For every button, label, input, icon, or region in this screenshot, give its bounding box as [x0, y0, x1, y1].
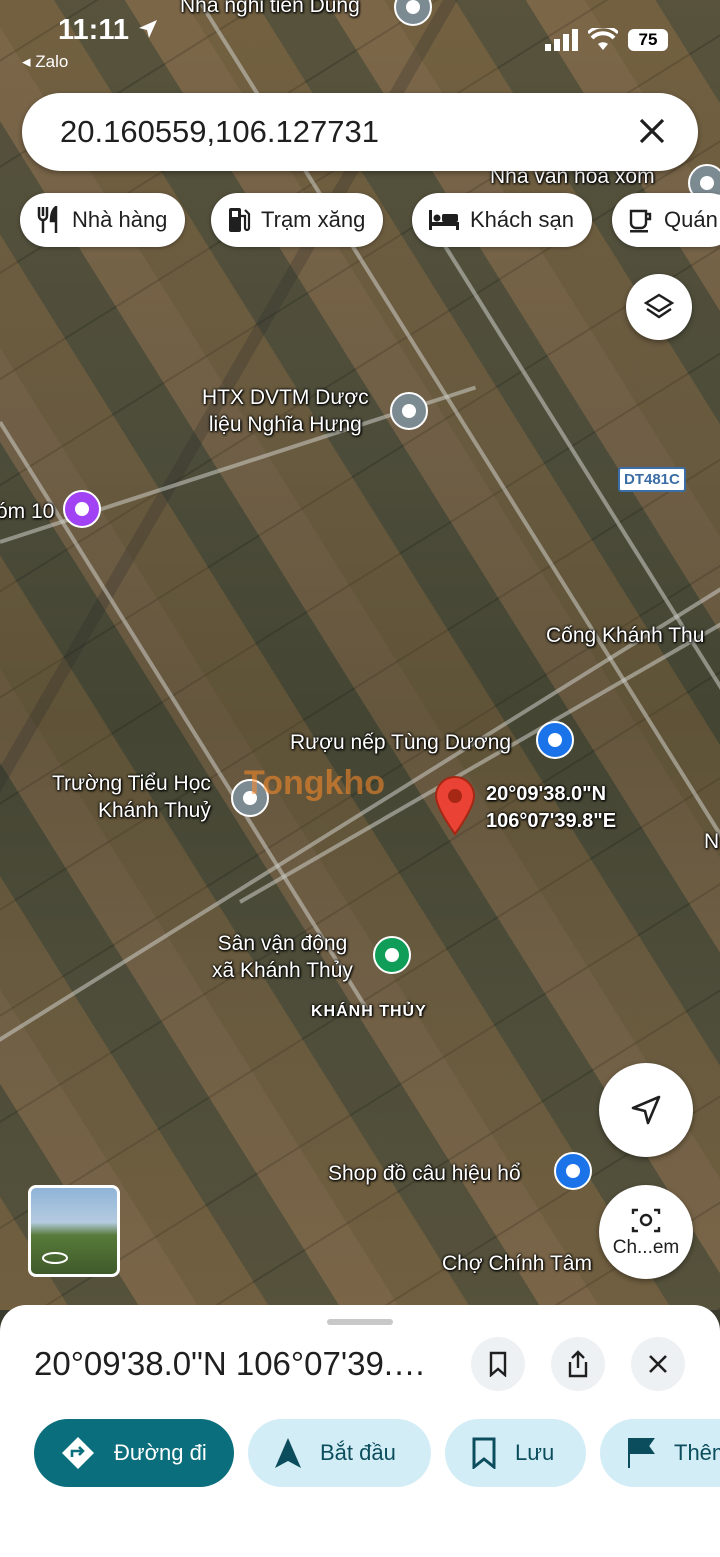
label-line: HTX DVTM Dược: [202, 386, 369, 409]
place-label-cho[interactable]: Chợ Chính Tâm: [442, 1250, 592, 1277]
label-line: Khánh Thuỷ: [98, 799, 211, 822]
flag-icon: [628, 1438, 655, 1468]
save-action-button[interactable]: Lưu: [445, 1419, 586, 1487]
location-arrow-icon: [139, 20, 158, 38]
fork-knife-icon: [37, 206, 58, 233]
label-line: Trường Tiểu Học: [51, 772, 211, 795]
chip-restaurants[interactable]: Nhà hàng: [20, 193, 186, 247]
drag-handle[interactable]: [327, 1319, 393, 1325]
battery-indicator: 75: [628, 29, 668, 51]
chip-cafes[interactable]: Quán: [612, 193, 720, 247]
back-to-app-link[interactable]: ◂ Zalo: [22, 52, 68, 72]
street-view-thumbnail[interactable]: [28, 1185, 120, 1277]
label-line: liệu Nghĩa Hưng: [208, 413, 362, 436]
place-title: 20°09'38.0"N 106°07'39.8"E: [34, 1345, 444, 1382]
my-location-button[interactable]: [599, 1063, 693, 1157]
close-icon: [649, 1355, 667, 1373]
chip-hotels[interactable]: Khách sạn: [412, 193, 592, 247]
rotate-360-icon: [42, 1252, 68, 1264]
place-label-shop[interactable]: Shop đồ câu hiệu hổ: [328, 1160, 521, 1187]
directions-icon: [62, 1437, 94, 1469]
time-text: 11:11: [58, 14, 129, 46]
dropped-pin-icon[interactable]: [434, 776, 476, 836]
place-label-san[interactable]: Sân vận động xã Khánh Thủy: [212, 930, 353, 984]
close-icon[interactable]: [632, 111, 672, 151]
place-label-xom10[interactable]: óm 10: [0, 498, 54, 525]
label-line: 20°09'38.0"N: [486, 783, 607, 805]
status-bar: 11:11 ◂ Zalo 75: [0, 0, 720, 80]
road-badge: DT481C: [618, 467, 686, 492]
share-icon: [568, 1350, 588, 1378]
search-input[interactable]: 20.160559,106.127731: [60, 114, 379, 150]
shopping-cart-pin[interactable]: [536, 721, 574, 759]
coffee-icon: [629, 209, 652, 233]
layers-button[interactable]: [626, 274, 692, 340]
label-line: Sân vận động: [217, 932, 348, 955]
bookmark-icon: [472, 1437, 496, 1469]
close-sheet-button[interactable]: [631, 1337, 685, 1391]
area-label: KHÁNH THỦY: [311, 1003, 427, 1020]
signal-icon: [545, 29, 578, 51]
chip-label: Khách sạn: [470, 207, 574, 232]
chip-label: Nhà hàng: [72, 207, 168, 232]
bed-icon: [429, 210, 459, 230]
action-label: Bắt đầu: [320, 1440, 396, 1465]
directions-button[interactable]: Đường đi: [34, 1419, 234, 1487]
chip-gas-stations[interactable]: Trạm xăng: [211, 193, 384, 247]
gas-station-icon: [229, 208, 251, 232]
action-label: Đường đi: [114, 1440, 207, 1465]
wifi-icon: [588, 28, 618, 50]
search-bar[interactable]: 20.160559,106.127731: [22, 93, 698, 171]
save-button[interactable]: [471, 1337, 525, 1391]
shopping-bag-pin[interactable]: [554, 1152, 592, 1190]
edge-label: N: [704, 830, 720, 853]
temple-pin[interactable]: [63, 490, 101, 528]
camera-search-button[interactable]: Ch...em: [599, 1185, 693, 1279]
label-line: 106°07'39.8"E: [486, 810, 617, 832]
chip-label: Quán: [664, 207, 718, 232]
navigation-arrow-icon: [631, 1095, 661, 1125]
place-label-ruou[interactable]: Rượu nếp Tùng Dương: [290, 729, 511, 756]
place-bottom-sheet[interactable]: 20°09'38.0"N 106°07'39.8"E Đường đi Bắt …: [0, 1305, 720, 1557]
action-label: Lưu: [515, 1440, 555, 1465]
watermark-text: Tongkho: [244, 764, 385, 802]
bookmark-icon: [489, 1351, 507, 1377]
start-button[interactable]: Bắt đầu: [248, 1419, 431, 1487]
camera-icon: [631, 1208, 661, 1233]
action-label: Thêm: [674, 1440, 720, 1465]
marker-coord-label: 20°09'38.0"N 106°07'39.8"E: [486, 781, 616, 835]
layers-icon: [643, 293, 675, 319]
place-label-cong[interactable]: Cống Khánh Thu: [546, 622, 704, 649]
place-label-truong[interactable]: Trường Tiểu Học Khánh Thuỷ: [48, 770, 211, 824]
navigation-arrow-icon: [275, 1438, 301, 1468]
chip-label: Trạm xăng: [261, 207, 366, 232]
stadium-pin[interactable]: [373, 936, 411, 974]
place-label-htx[interactable]: HTX DVTM Dược liệu Nghĩa Hưng: [202, 384, 369, 438]
map-road: [0, 420, 373, 1017]
more-button[interactable]: Thêm: [600, 1419, 720, 1487]
camera-button-label: Ch...em: [612, 1237, 680, 1258]
label-line: xã Khánh Thủy: [212, 959, 353, 982]
share-button[interactable]: [551, 1337, 605, 1391]
status-time: 11:11: [58, 14, 159, 47]
place-pin[interactable]: [390, 392, 428, 430]
